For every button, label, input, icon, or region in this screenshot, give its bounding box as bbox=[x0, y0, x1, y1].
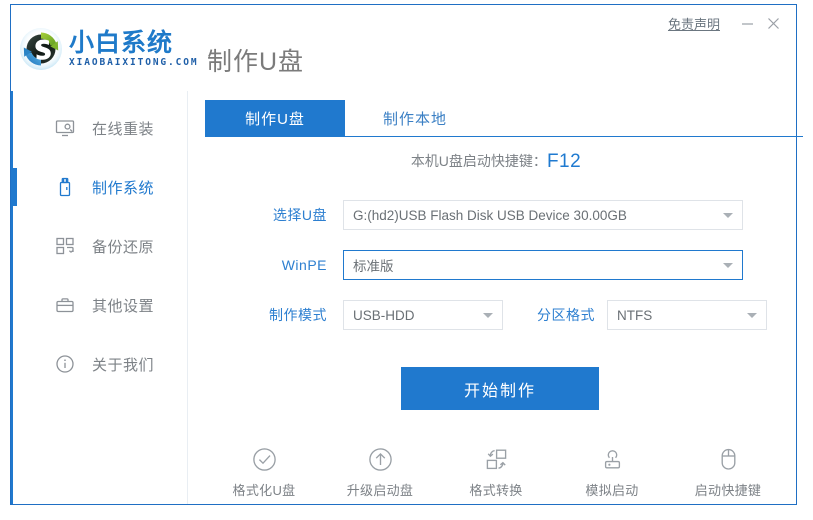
disclaimer-link[interactable]: 免责声明 bbox=[668, 14, 720, 33]
tab-make-usb[interactable]: 制作U盘 bbox=[205, 100, 345, 136]
quick-action-label: 格式转换 bbox=[469, 480, 522, 499]
sidebar-item-other-settings[interactable]: 其他设置 bbox=[11, 282, 187, 328]
quick-action-label: 格式化U盘 bbox=[233, 480, 296, 499]
tab-underline bbox=[205, 136, 803, 137]
quick-action-label: 模拟启动 bbox=[585, 480, 638, 499]
partition-select-value: NTFS bbox=[608, 308, 652, 323]
tab-bar: 制作U盘 制作本地 bbox=[205, 100, 803, 138]
app-window: 小白系统 XIAOBAIXITONG.COM 制作U盘 免责声明 bbox=[10, 4, 797, 505]
form-row-winpe: WinPE 标准版 bbox=[251, 250, 743, 280]
brand-name-en: XIAOBAIXITONG.COM bbox=[69, 57, 199, 69]
joystick-icon bbox=[599, 443, 626, 473]
app-logo: 小白系统 XIAOBAIXITONG.COM bbox=[19, 27, 199, 71]
tab-label: 制作本地 bbox=[383, 108, 447, 129]
sidebar-item-label: 制作系统 bbox=[92, 177, 154, 198]
start-make-button[interactable]: 开始制作 bbox=[401, 367, 599, 410]
mode-select[interactable]: USB-HDD bbox=[343, 300, 503, 330]
sidebar-item-about-us[interactable]: 关于我们 bbox=[11, 341, 187, 387]
logo-mark-icon bbox=[19, 27, 63, 71]
hint-prefix: 本机U盘启动快捷键： bbox=[411, 153, 547, 169]
sidebar-item-backup-restore[interactable]: 备份还原 bbox=[11, 223, 187, 269]
sidebar-item-label: 关于我们 bbox=[92, 354, 154, 375]
sidebar-item-label: 在线重装 bbox=[92, 118, 154, 139]
check-circle-icon bbox=[251, 443, 278, 473]
quick-action-format-usb[interactable]: 格式化U盘 bbox=[225, 443, 303, 499]
monitor-icon bbox=[53, 116, 77, 140]
form-row-mode: 制作模式 USB-HDD 分区格式 NTFS bbox=[251, 300, 767, 330]
sidebar-item-online-reinstall[interactable]: 在线重装 bbox=[11, 105, 187, 151]
main-content: 制作U盘 制作本地 本机U盘启动快捷键：F12 选择U盘 G:(hd2)USB … bbox=[187, 91, 796, 504]
partition-select-label: 分区格式 bbox=[519, 305, 595, 325]
active-indicator bbox=[11, 168, 17, 206]
brand-name-cn: 小白系统 bbox=[69, 30, 199, 56]
partition-select[interactable]: NTFS bbox=[607, 300, 767, 330]
mode-select-value: USB-HDD bbox=[344, 308, 415, 323]
info-circle-icon bbox=[53, 352, 77, 376]
quick-action-format-convert[interactable]: 格式转换 bbox=[457, 443, 535, 499]
convert-squares-icon bbox=[483, 443, 510, 473]
hint-hotkey: F12 bbox=[547, 151, 581, 172]
quick-action-label: 升级启动盘 bbox=[347, 480, 414, 499]
boot-hotkey-hint: 本机U盘启动快捷键：F12 bbox=[187, 151, 805, 173]
quick-action-simulate-boot[interactable]: 模拟启动 bbox=[573, 443, 651, 499]
minimize-button[interactable] bbox=[734, 12, 760, 34]
quick-action-boot-hotkey[interactable]: 启动快捷键 bbox=[689, 443, 767, 499]
page-title: 制作U盘 bbox=[207, 42, 304, 78]
chevron-down-icon bbox=[723, 213, 733, 218]
quick-action-upgrade-boot-disk[interactable]: 升级启动盘 bbox=[341, 443, 419, 499]
title-bar: 小白系统 XIAOBAIXITONG.COM 制作U盘 免责声明 bbox=[11, 5, 796, 91]
sidebar-item-label: 备份还原 bbox=[92, 236, 154, 257]
chevron-down-icon bbox=[747, 313, 757, 318]
chevron-down-icon bbox=[723, 263, 733, 268]
quick-action-label: 启动快捷键 bbox=[695, 480, 762, 499]
tab-make-local[interactable]: 制作本地 bbox=[345, 100, 485, 136]
quick-actions-bar: 格式化U盘 升级启动盘 bbox=[187, 443, 805, 499]
briefcase-icon bbox=[53, 293, 77, 317]
grid-restore-icon bbox=[53, 234, 77, 258]
chevron-down-icon bbox=[483, 313, 493, 318]
usb-select[interactable]: G:(hd2)USB Flash Disk USB Device 30.00GB bbox=[343, 200, 743, 230]
mouse-icon bbox=[715, 443, 742, 473]
form-row-usb: 选择U盘 G:(hd2)USB Flash Disk USB Device 30… bbox=[251, 200, 743, 230]
winpe-select[interactable]: 标准版 bbox=[343, 250, 743, 280]
winpe-select-label: WinPE bbox=[251, 257, 327, 273]
winpe-select-value: 标准版 bbox=[344, 255, 394, 275]
mode-select-label: 制作模式 bbox=[251, 305, 327, 325]
usb-select-value: G:(hd2)USB Flash Disk USB Device 30.00GB bbox=[344, 208, 627, 223]
sidebar-item-label: 其他设置 bbox=[92, 295, 154, 316]
sidebar: 在线重装 制作系统 bbox=[11, 91, 188, 504]
close-button[interactable] bbox=[760, 12, 786, 34]
arrow-up-circle-icon bbox=[367, 443, 394, 473]
window-controls: 免责声明 bbox=[668, 12, 786, 34]
tab-label: 制作U盘 bbox=[245, 108, 305, 129]
usb-drive-icon bbox=[53, 175, 77, 199]
sidebar-item-make-system[interactable]: 制作系统 bbox=[11, 164, 187, 210]
usb-select-label: 选择U盘 bbox=[251, 205, 327, 225]
